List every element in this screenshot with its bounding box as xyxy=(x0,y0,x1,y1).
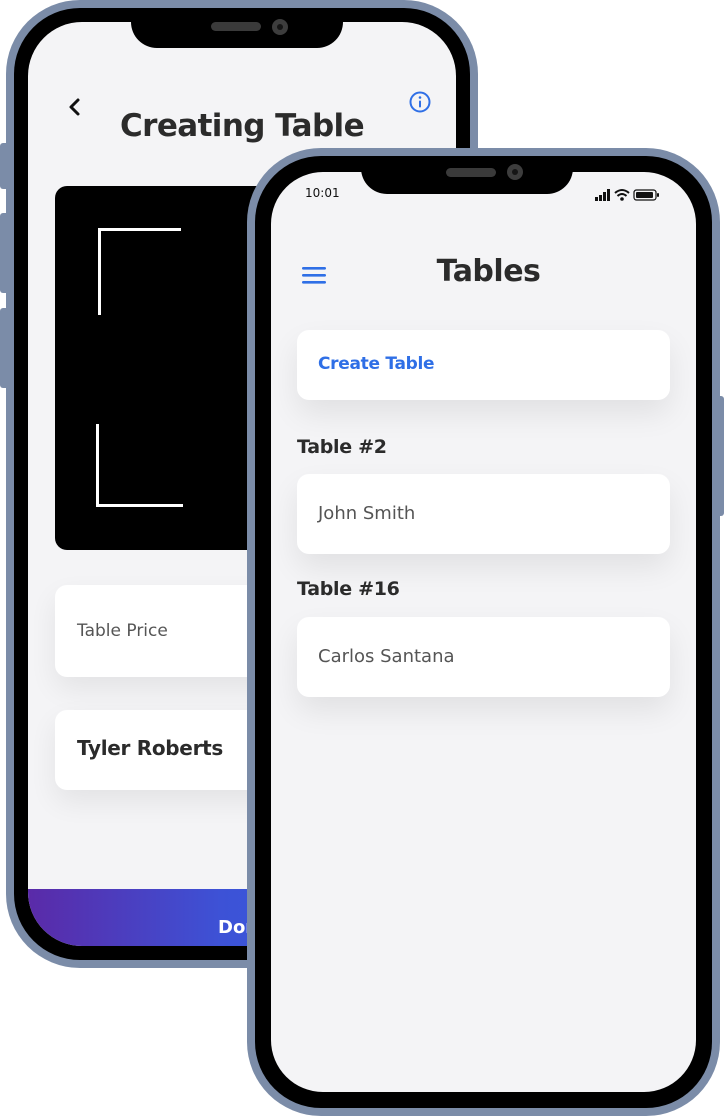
status-bar-icons xyxy=(595,187,665,201)
front-phone-frame: 10:01 Tables Create Table Table #2 John … xyxy=(247,148,720,1116)
phone-notch xyxy=(131,8,343,48)
front-camera xyxy=(272,19,288,35)
create-table-label: Create Table xyxy=(318,354,435,374)
signal-icon xyxy=(595,189,610,201)
create-table-button[interactable]: Create Table xyxy=(297,330,670,400)
speaker-grille xyxy=(211,22,261,31)
speaker-grille xyxy=(446,168,496,177)
page-title: Tables xyxy=(436,254,541,289)
table-price-placeholder: Table Price xyxy=(77,621,168,641)
tables-screen: 10:01 Tables Create Table Table #2 John … xyxy=(271,172,696,1092)
table-label: Table #2 xyxy=(297,436,387,458)
phone-notch xyxy=(361,156,573,194)
scanner-corner xyxy=(98,228,181,315)
table-label: Table #16 xyxy=(297,578,400,600)
battery-icon xyxy=(633,189,659,201)
scanner-corner xyxy=(96,424,183,507)
front-phone-bezel: 10:01 Tables Create Table Table #2 John … xyxy=(255,156,712,1108)
table-list-item[interactable]: John Smith xyxy=(297,474,670,554)
customer-name: Tyler Roberts xyxy=(77,736,224,760)
table-guest-name: John Smith xyxy=(318,503,416,524)
wifi-icon xyxy=(614,189,630,201)
table-guest-name: Carlos Santana xyxy=(318,646,455,667)
page-title: Creating Table xyxy=(120,108,365,144)
status-bar-time: 10:01 xyxy=(305,186,340,200)
table-list-item[interactable]: Carlos Santana xyxy=(297,617,670,697)
front-camera xyxy=(507,164,523,180)
